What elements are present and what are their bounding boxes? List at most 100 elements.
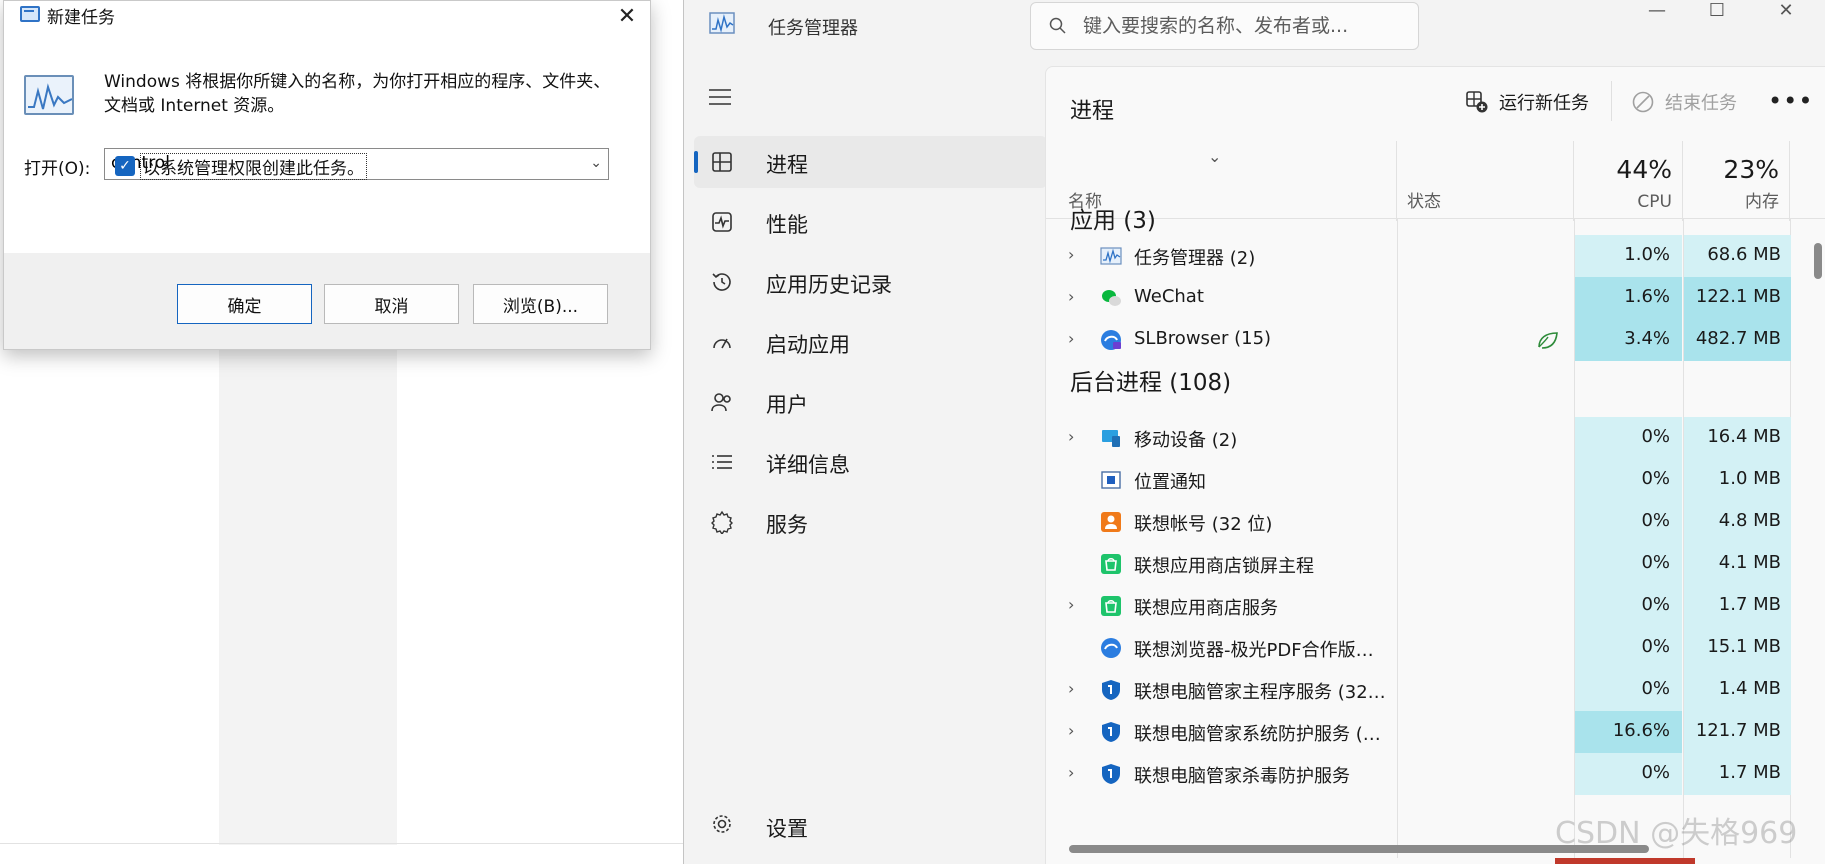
lenovo-shield-icon (1102, 764, 1120, 784)
more-options-button[interactable]: ••• (1768, 87, 1813, 115)
chevron-right-icon[interactable]: › (1068, 679, 1074, 698)
chevron-right-icon[interactable]: › (1068, 721, 1074, 740)
run-new-task-label: 运行新任务 (1499, 93, 1589, 114)
minimize-button[interactable]: — (1627, 0, 1687, 21)
end-task-button[interactable]: 结束任务 (1631, 89, 1737, 115)
process-row[interactable]: › 联想电脑管家杀毒防护服务 0% 1.7 MB (1046, 753, 1825, 795)
processes-panel: 进程 运行新任务 结束任务 ••• ⌄ 名称 状态 44% CPU 23% 内存 (1045, 66, 1825, 864)
section-title-apps: 应用 (3) (1070, 208, 1156, 234)
column-header-status[interactable]: 状态 (1397, 141, 1574, 221)
process-cpu: 0% (1575, 459, 1682, 501)
vertical-scrollbar[interactable] (1814, 243, 1822, 279)
process-memory: 4.8 MB (1684, 501, 1791, 543)
nav-item-details[interactable]: 详细信息 (694, 436, 1047, 488)
watermark: CSDN @失格969 (1555, 816, 1798, 851)
close-button[interactable]: ✕ (604, 1, 650, 31)
process-row[interactable]: 联想应用商店锁屏主程 0% 4.1 MB (1046, 543, 1825, 585)
process-row[interactable]: 联想帐号 (32 位) 0% 4.8 MB (1046, 501, 1825, 543)
process-cpu: 0% (1575, 417, 1682, 459)
process-cpu: 0% (1575, 543, 1682, 585)
process-memory: 122.1 MB (1684, 277, 1791, 319)
run-dialog-title: 新建任务 (47, 8, 115, 28)
startup-apps-icon (713, 338, 731, 349)
nav-item-processes[interactable]: 进程 (694, 136, 1047, 188)
process-memory: 1.7 MB (1684, 585, 1791, 627)
hamburger-menu-button[interactable] (709, 88, 731, 110)
process-name: WeChat (1134, 286, 1204, 307)
search-box[interactable] (1030, 2, 1419, 50)
process-row[interactable]: › 联想应用商店服务 0% 1.7 MB (1046, 585, 1825, 627)
maximize-icon: ☐ (1708, 0, 1726, 21)
process-memory: 1.0 MB (1684, 459, 1791, 501)
process-row[interactable]: 联想浏览器-极光PDF合作版阅... 0% 15.1 MB (1046, 627, 1825, 669)
process-row[interactable]: › 联想电脑管家系统防护服务 (3... 16.6% 121.7 MB (1046, 711, 1825, 753)
lenovo-shield-icon (1102, 722, 1120, 742)
chevron-down-icon[interactable]: ⌄ (590, 155, 602, 171)
process-row[interactable]: › 联想电脑管家主程序服务 (32 ... 0% 1.4 MB (1046, 669, 1825, 711)
process-row[interactable]: 位置通知 0% 1.0 MB (1046, 459, 1825, 501)
ok-button[interactable]: 确定 (177, 284, 312, 324)
performance-icon (712, 212, 732, 232)
process-cpu: 0% (1575, 627, 1682, 669)
toolbar-separator (1611, 81, 1612, 121)
memory-total: 23% (1723, 155, 1779, 184)
column-header-cpu[interactable]: 44% CPU (1574, 141, 1683, 221)
page-title: 进程 (1070, 99, 1115, 124)
chevron-right-icon[interactable]: › (1068, 595, 1074, 614)
hamburger-icon (709, 89, 731, 105)
admin-checkbox-label[interactable]: 以系统管理权限创建此任务。 (140, 153, 367, 180)
nav-item-users[interactable]: 用户 (694, 376, 1047, 428)
run-new-task-button[interactable]: 运行新任务 (1465, 89, 1589, 115)
section-title-background: 后台进程 (108) (1070, 370, 1232, 396)
column-header-memory[interactable]: 23% 内存 (1683, 141, 1790, 221)
process-name: 联想电脑管家系统防护服务 (3... (1134, 724, 1389, 745)
process-name: 位置通知 (1134, 472, 1206, 493)
chevron-down-icon[interactable]: ⌄ (1208, 147, 1221, 166)
nav-label: 详细信息 (766, 453, 850, 477)
chevron-right-icon[interactable]: › (1068, 763, 1074, 782)
nav-item-startup-apps[interactable]: 启动应用 (694, 316, 1047, 368)
cpu-total: 44% (1616, 155, 1672, 184)
maximize-button[interactable]: ☐ (1687, 0, 1747, 21)
active-indicator (694, 151, 698, 173)
process-cpu: 0% (1575, 501, 1682, 543)
admin-checkbox[interactable]: ✓ (115, 156, 135, 176)
task-manager-window: 任务管理器 — ☐ ✕ 进程 性能 应用历史记录 启动应用 用户 详细信息 服务 (683, 0, 1825, 864)
process-memory: 4.1 MB (1684, 543, 1791, 585)
wechat-icon (1102, 290, 1121, 306)
process-memory: 482.7 MB (1684, 319, 1791, 361)
close-button[interactable]: ✕ (1756, 0, 1816, 21)
run-dialog-titlebar[interactable]: 新建任务 ✕ (4, 1, 650, 37)
run-dialog: 新建任务 ✕ Windows 将根据你所键入的名称，为你打开相应的程序、文件夹、… (3, 0, 651, 350)
process-row[interactable]: › SLBrowser (15) 3.4% 482.7 MB (1046, 319, 1825, 361)
search-input[interactable] (1083, 13, 1403, 39)
nav-item-settings[interactable]: 设置 (694, 800, 1047, 850)
process-cpu: 1.6% (1575, 277, 1682, 319)
column-label: CPU (1637, 192, 1672, 212)
process-memory: 15.1 MB (1684, 627, 1791, 669)
process-name: 任务管理器 (2) (1134, 248, 1256, 269)
run-program-icon (24, 75, 74, 115)
lenovo-account-icon (1101, 512, 1121, 532)
process-row[interactable]: › 任务管理器 (2) 1.0% 68.6 MB (1046, 235, 1825, 277)
nav-item-app-history[interactable]: 应用历史记录 (694, 256, 1047, 308)
processes-icon (712, 152, 732, 172)
chevron-right-icon[interactable]: › (1068, 427, 1074, 446)
lenovo-store-icon (1101, 596, 1121, 616)
nav-item-services[interactable]: 服务 (694, 496, 1047, 548)
process-cpu: 0% (1575, 585, 1682, 627)
process-memory: 68.6 MB (1684, 235, 1791, 277)
location-notify-icon (1101, 471, 1121, 489)
process-name: 联想帐号 (32 位) (1134, 514, 1273, 535)
chevron-right-icon[interactable]: › (1068, 245, 1074, 264)
process-memory: 1.4 MB (1684, 669, 1791, 711)
nav-item-performance[interactable]: 性能 (694, 196, 1047, 248)
browse-button[interactable]: 浏览(B)... (473, 284, 608, 324)
column-label: 状态 (1407, 192, 1441, 212)
cancel-button[interactable]: 取消 (324, 284, 459, 324)
chevron-right-icon[interactable]: › (1068, 329, 1074, 348)
settings-label: 设置 (766, 817, 808, 841)
chevron-right-icon[interactable]: › (1068, 287, 1074, 306)
process-row[interactable]: › 移动设备 (2) 0% 16.4 MB (1046, 417, 1825, 459)
process-row[interactable]: › WeChat 1.6% 122.1 MB (1046, 277, 1825, 319)
